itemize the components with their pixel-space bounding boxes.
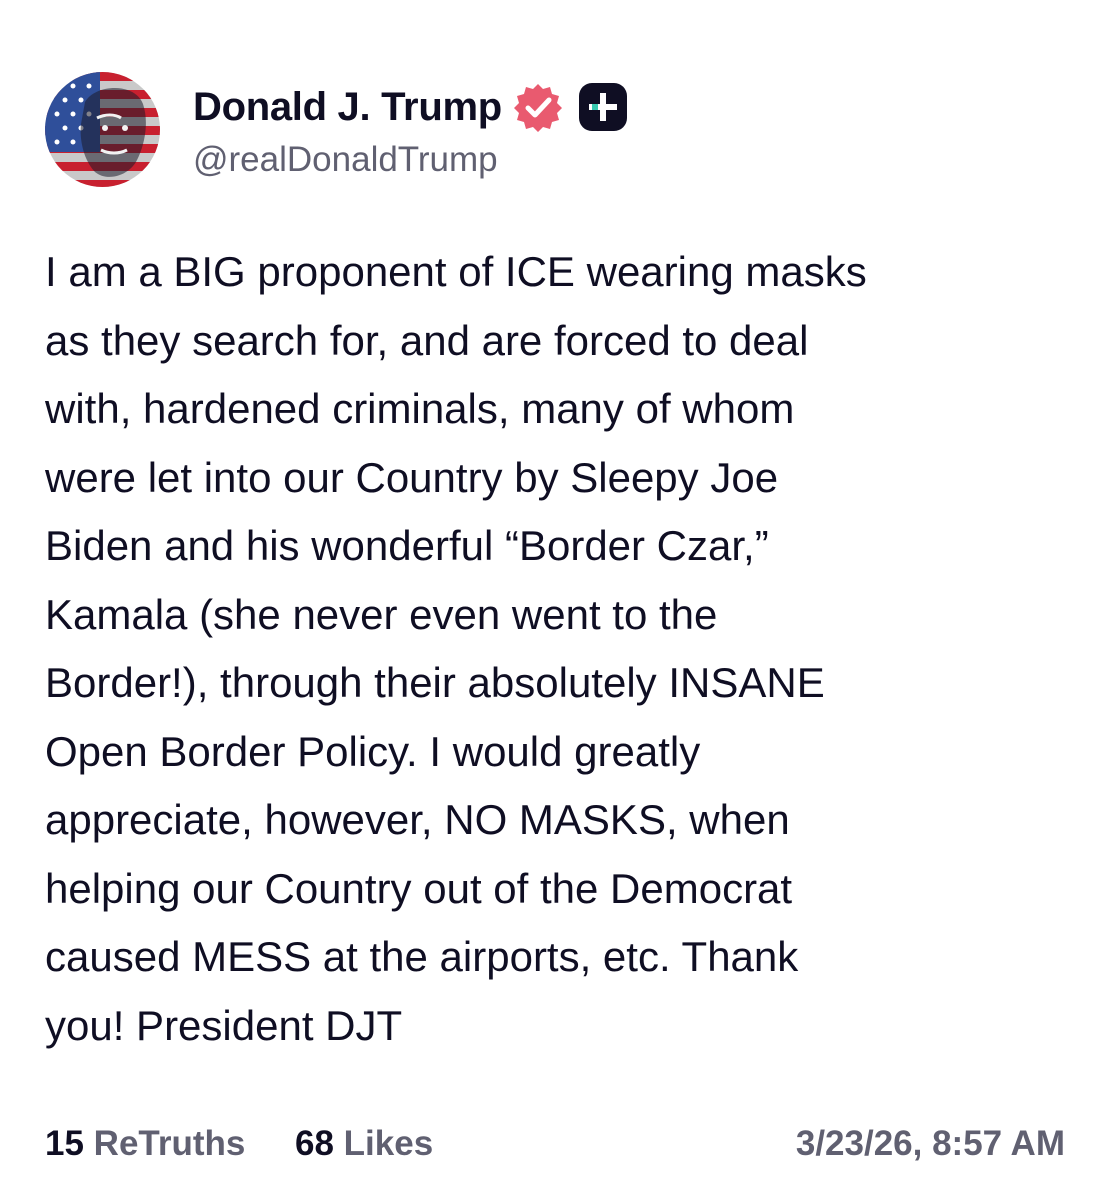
author-identity: Donald J. Trump @realDonaldTrump bbox=[193, 82, 628, 180]
post-header: Donald J. Trump @realDonaldTrump bbox=[45, 72, 1045, 187]
likes-count: 68 bbox=[295, 1124, 334, 1163]
truth-post: Donald J. Trump @realDonaldTrump I am a … bbox=[0, 0, 1109, 1200]
verified-badge-icon bbox=[512, 81, 564, 133]
retruths-label: ReTruths bbox=[93, 1124, 246, 1163]
avatar[interactable] bbox=[45, 72, 160, 187]
truth-plus-icon bbox=[578, 82, 628, 132]
post-text: I am a BIG proponent of ICE wearing mask… bbox=[45, 248, 867, 1049]
post-stats: 15 ReTruths 68 Likes 3/23/26, 8:57 AM bbox=[45, 1124, 1065, 1168]
post-timestamp[interactable]: 3/23/26, 8:57 AM bbox=[796, 1124, 1065, 1164]
name-row: Donald J. Trump bbox=[193, 82, 628, 132]
flag-portrait-avatar-icon bbox=[45, 72, 160, 187]
likes-label: Likes bbox=[343, 1124, 434, 1163]
retruths-count: 15 bbox=[45, 1124, 84, 1163]
author-display-name[interactable]: Donald J. Trump bbox=[193, 85, 502, 130]
retruths-stat[interactable]: 15 ReTruths bbox=[45, 1124, 245, 1164]
likes-stat[interactable]: 68 Likes bbox=[295, 1124, 433, 1164]
author-handle[interactable]: @realDonaldTrump bbox=[193, 140, 628, 180]
